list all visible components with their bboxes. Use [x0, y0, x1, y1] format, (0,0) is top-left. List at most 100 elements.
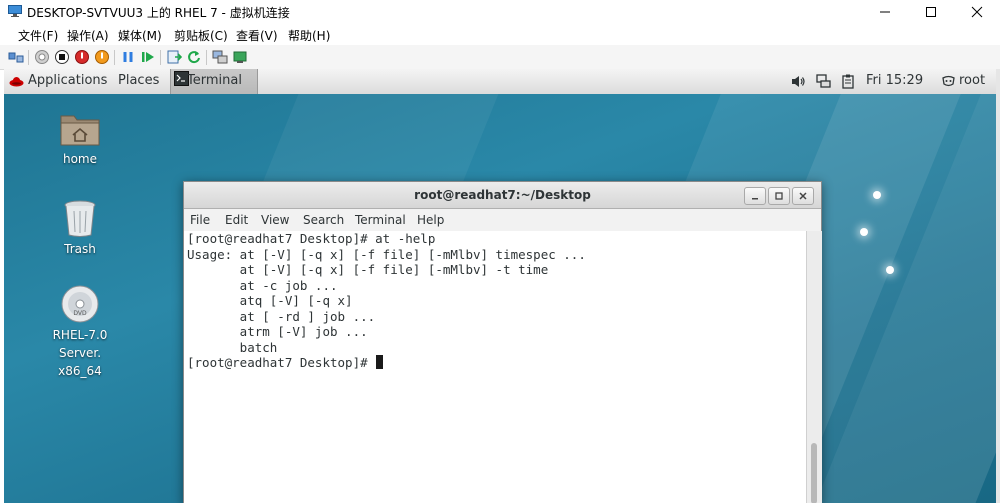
- close-button[interactable]: [954, 0, 1000, 24]
- desktop-icon-dvd[interactable]: DVD RHEL-7.0 Server. x86_64: [30, 284, 130, 380]
- terminal-line: at -c job ...: [187, 277, 338, 293]
- start-icon: [35, 50, 49, 64]
- terminal-line: [root@readhat7 Desktop]# at -help: [187, 231, 436, 246]
- wallpaper-light-dot: [860, 228, 868, 236]
- terminal-line: atq [-V] [-q x]: [187, 293, 353, 308]
- host-window-title: DESKTOP-SVTVUU3 上的 RHEL 7 - 虚拟机连接: [27, 6, 290, 20]
- wallpaper-light-dot: [873, 191, 881, 199]
- terminal-prompt: [root@readhat7 Desktop]#: [187, 355, 376, 370]
- svg-text:DVD: DVD: [73, 310, 87, 317]
- host-toolbar: [0, 45, 1000, 70]
- volume-icon[interactable]: [791, 74, 806, 89]
- checkpoint-button[interactable]: [166, 49, 182, 65]
- terminal-line: batch: [187, 339, 278, 355]
- clipboard-icon[interactable]: [841, 74, 856, 89]
- clock[interactable]: Fri 15:29: [866, 73, 923, 88]
- share-icon: [233, 51, 247, 63]
- terminal-title-bar[interactable]: root@readhat7:~/Desktop: [184, 182, 821, 209]
- desktop-icon-home[interactable]: home: [30, 110, 130, 168]
- toolbar-separator: [160, 50, 161, 65]
- wallpaper-light-dot: [886, 266, 894, 274]
- close-icon: [799, 192, 807, 200]
- network-icon[interactable]: [816, 74, 831, 89]
- user-menu[interactable]: root: [959, 73, 985, 88]
- terminal-menu-bar: File Edit View Search Terminal Help: [184, 209, 821, 231]
- pause-icon: [123, 52, 133, 62]
- terminal-cursor: [376, 355, 384, 369]
- terminal-line: atrm [-V] job ...: [187, 324, 368, 339]
- places-menu[interactable]: Places: [118, 73, 159, 88]
- menu-file[interactable]: 文件(F): [18, 27, 58, 44]
- host-menu-bar: 文件(F) 操作(A) 媒体(M) 剪贴板(C) 查看(V) 帮助(H): [0, 24, 1000, 45]
- minimize-icon: [880, 11, 890, 13]
- desktop-background: home Trash DVD RHEL-7.0 Server. x86_64 r…: [4, 94, 996, 503]
- terminal-line: at [ -rd ] job ...: [187, 308, 376, 324]
- enhanced-session-icon: [212, 50, 228, 64]
- power-button[interactable]: [94, 49, 110, 65]
- terminal-maximize-button[interactable]: [768, 187, 790, 205]
- dvd-icon: DVD: [61, 285, 99, 323]
- taskbar-terminal[interactable]: Terminal: [170, 69, 258, 94]
- toolbar-separator: [206, 50, 207, 65]
- menu-action[interactable]: 操作(A): [67, 27, 109, 44]
- desktop-icon-label: home: [62, 152, 98, 166]
- resume-button[interactable]: [140, 49, 156, 65]
- resume-icon: [142, 52, 154, 62]
- desktop-icon-trash[interactable]: Trash: [30, 198, 130, 258]
- gnome-top-bar: Applications Places Terminal Fri 15:29 r…: [4, 69, 996, 95]
- revert-button[interactable]: [186, 49, 202, 65]
- shutdown-button[interactable]: [74, 49, 90, 65]
- toolbar-separator: [114, 50, 115, 65]
- minimize-icon: [752, 198, 758, 200]
- guest-screen: Applications Places Terminal Fri 15:29 r…: [4, 69, 996, 503]
- turn-off-button[interactable]: [54, 49, 70, 65]
- menu-media[interactable]: 媒体(M): [118, 27, 162, 44]
- shutdown-icon: [75, 50, 89, 64]
- terminal-menu-edit[interactable]: Edit: [225, 213, 248, 227]
- desktop-icon-label: RHEL-7.0 Server.: [52, 328, 108, 360]
- start-button[interactable]: [34, 49, 50, 65]
- enhanced-session-button[interactable]: [212, 49, 228, 65]
- user-icon: [941, 74, 956, 89]
- menu-view[interactable]: 查看(V): [236, 27, 278, 44]
- share-button[interactable]: [232, 49, 248, 65]
- menu-help[interactable]: 帮助(H): [288, 27, 330, 44]
- terminal-menu-search[interactable]: Search: [303, 213, 344, 227]
- maximize-icon: [775, 192, 783, 200]
- vm-connection-icon: [8, 5, 22, 17]
- desktop-icon-label: Trash: [64, 242, 96, 256]
- checkpoint-icon: [167, 50, 182, 64]
- ctrl-alt-del-button[interactable]: [8, 49, 24, 65]
- terminal-menu-view[interactable]: View: [261, 213, 289, 227]
- terminal-line: at [-V] [-q x] [-f file] [-mMlbv] -t tim…: [187, 262, 549, 277]
- toolbar-separator: [28, 50, 29, 65]
- terminal-prompt-line: [root@readhat7 Desktop]#: [187, 355, 384, 370]
- applications-menu[interactable]: Applications: [28, 73, 107, 88]
- close-icon: [971, 6, 983, 18]
- minimize-button[interactable]: [862, 0, 908, 24]
- home-folder-icon: [60, 115, 100, 146]
- terminal-line: Usage: at [-V] [-q x] [-f file] [-mMlbv]…: [187, 246, 586, 262]
- terminal-output[interactable]: [root@readhat7 Desktop]# at -help Usage:…: [184, 231, 806, 503]
- desktop-icon-label: x86_64: [58, 364, 102, 378]
- terminal-close-button[interactable]: [792, 187, 814, 205]
- terminal-menu-terminal[interactable]: Terminal: [355, 213, 406, 227]
- terminal-scrollbar[interactable]: [806, 231, 822, 503]
- terminal-window: root@readhat7:~/Desktop File Edit View S…: [183, 181, 822, 503]
- terminal-menu-file[interactable]: File: [190, 213, 210, 227]
- stop-icon: [55, 50, 69, 64]
- revert-icon: [188, 51, 200, 64]
- maximize-button[interactable]: [908, 0, 954, 24]
- redhat-icon: [9, 74, 24, 89]
- pause-button[interactable]: [120, 49, 136, 65]
- terminal-scrollbar-thumb[interactable]: [811, 443, 817, 503]
- terminal-menu-help[interactable]: Help: [417, 213, 444, 227]
- terminal-minimize-button[interactable]: [744, 187, 766, 205]
- terminal-title: root@readhat7:~/Desktop: [414, 188, 591, 202]
- menu-clipboard[interactable]: 剪贴板(C): [174, 27, 228, 44]
- host-scrollbar[interactable]: [996, 69, 1000, 503]
- host-title-bar: DESKTOP-SVTVUU3 上的 RHEL 7 - 虚拟机连接: [0, 0, 1000, 24]
- maximize-icon: [926, 7, 936, 17]
- taskbar-terminal-label: Terminal: [187, 73, 242, 88]
- trash-icon: [64, 200, 96, 237]
